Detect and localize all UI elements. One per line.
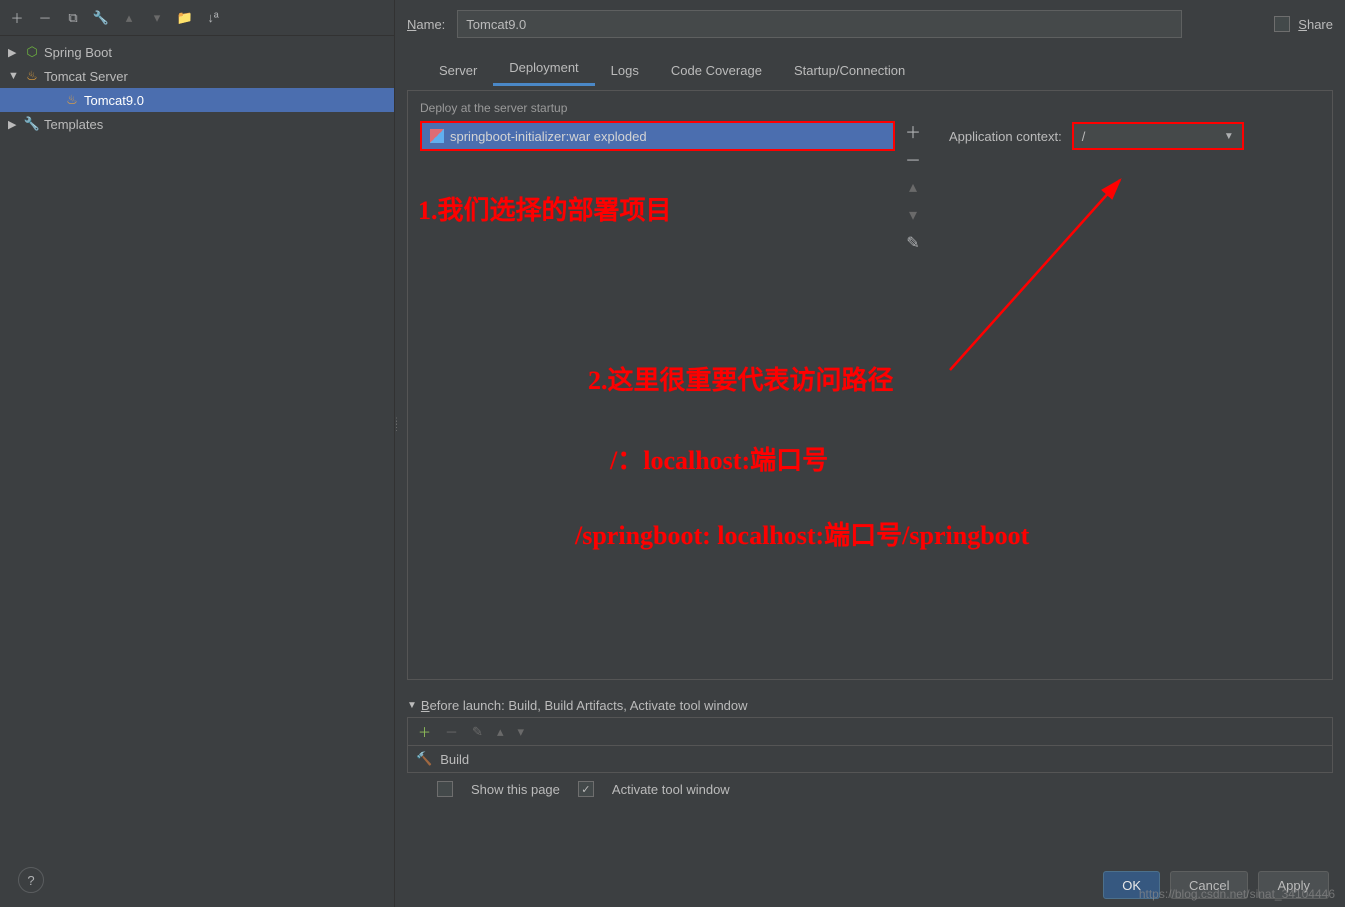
before-launch-build-label: Build (440, 752, 469, 767)
remove-icon[interactable]: － (36, 9, 54, 27)
sidebar-toolbar: ＋ － ⧉ 🔧 ▴ ▾ 📁 ↓ª (0, 0, 394, 36)
tab-codecoverage[interactable]: Code Coverage (655, 55, 778, 86)
copy-icon[interactable]: ⧉ (64, 9, 82, 27)
apply-button[interactable]: Apply (1258, 871, 1329, 899)
name-row: Name: Share (407, 0, 1333, 48)
tree-label: Spring Boot (44, 45, 112, 60)
tab-startup[interactable]: Startup/Connection (778, 55, 921, 86)
springboot-icon: ⬡ (24, 44, 40, 60)
cancel-button[interactable]: Cancel (1170, 871, 1248, 899)
splitter-handle[interactable]: ⋮⋮⋮ (392, 420, 398, 444)
tab-logs[interactable]: Logs (595, 55, 655, 86)
tree-item-springboot[interactable]: ▶ ⬡ Spring Boot (0, 40, 394, 64)
chevron-right-icon: ▶ (8, 118, 20, 131)
share-label: Share (1298, 17, 1333, 32)
before-launch-list[interactable]: 🔨 Build (407, 745, 1333, 773)
deployment-panel: Deploy at the server startup springboot-… (407, 90, 1333, 680)
add-icon[interactable]: ＋ (8, 9, 26, 27)
name-label: Name: (407, 17, 445, 32)
activate-tool-label: Activate tool window (612, 782, 730, 797)
name-input[interactable] (457, 10, 1182, 38)
down-icon[interactable]: ▾ (903, 205, 923, 225)
main-panel: Name: Share Server Deployment Logs Code … (395, 0, 1345, 907)
tree-item-tomcat[interactable]: ▼ ♨ Tomcat Server (0, 64, 394, 88)
up-icon[interactable]: ▴ (120, 9, 138, 27)
dialog-footer: OK Cancel Apply (1103, 871, 1329, 899)
edit-icon[interactable]: ✎ (472, 724, 483, 740)
down-icon[interactable]: ▾ (148, 9, 166, 27)
application-context-row: Application context: / ▼ (949, 121, 1244, 151)
artifact-icon (430, 129, 444, 143)
remove-icon[interactable]: － (903, 149, 923, 169)
application-context-label: Application context: (949, 129, 1062, 144)
up-icon[interactable]: ▴ (903, 177, 923, 197)
add-icon[interactable]: ＋ (418, 722, 431, 741)
chevron-down-icon: ▼ (407, 700, 417, 711)
config-tree: ▶ ⬡ Spring Boot ▼ ♨ Tomcat Server ♨ Tomc… (0, 36, 394, 907)
deploy-button-column: ＋ － ▴ ▾ ✎ (903, 121, 923, 669)
share-wrap: Share (1274, 16, 1333, 32)
tree-item-tomcat9[interactable]: ♨ Tomcat9.0 (0, 88, 394, 112)
share-checkbox[interactable] (1274, 16, 1290, 32)
tabs: Server Deployment Logs Code Coverage Sta… (407, 52, 1333, 86)
wrench-icon: 🔧 (24, 116, 40, 132)
tree-label: Templates (44, 117, 103, 132)
remove-icon[interactable]: － (445, 722, 458, 741)
application-context-value: / (1082, 129, 1086, 144)
show-page-label: Show this page (471, 782, 560, 797)
tomcat-icon: ♨ (64, 92, 80, 108)
bottom-checks: Show this page Activate tool window (407, 773, 1333, 805)
sidebar: ＋ － ⧉ 🔧 ▴ ▾ 📁 ↓ª ▶ ⬡ Spring Boot ▼ ♨ Tom… (0, 0, 395, 907)
add-icon[interactable]: ＋ (903, 121, 923, 141)
hammer-icon: 🔨 (416, 751, 432, 767)
tomcat-icon: ♨ (24, 68, 40, 84)
tab-server[interactable]: Server (423, 55, 493, 86)
chevron-down-icon: ▼ (1224, 131, 1234, 142)
folder-icon[interactable]: 📁 (176, 9, 194, 27)
before-launch-toolbar: ＋ － ✎ ▴ ▾ (407, 717, 1333, 745)
application-context-select[interactable]: / ▼ (1072, 122, 1244, 150)
help-button[interactable]: ? (18, 867, 44, 893)
deploy-item-label: springboot-initializer:war exploded (450, 129, 647, 144)
deploy-item[interactable]: springboot-initializer:war exploded (422, 123, 893, 149)
chevron-right-icon: ▶ (8, 46, 20, 59)
tree-item-templates[interactable]: ▶ 🔧 Templates (0, 112, 394, 136)
ok-button[interactable]: OK (1103, 871, 1160, 899)
sort-icon[interactable]: ↓ª (204, 9, 222, 27)
deploy-list[interactable]: springboot-initializer:war exploded (420, 121, 895, 151)
activate-tool-checkbox[interactable] (578, 781, 594, 797)
deploy-section-label: Deploy at the server startup (420, 101, 1320, 115)
show-page-checkbox[interactable] (437, 781, 453, 797)
wrench-icon[interactable]: 🔧 (92, 9, 110, 27)
tree-label: Tomcat Server (44, 69, 128, 84)
edit-icon[interactable]: ✎ (903, 233, 923, 253)
chevron-down-icon: ▼ (8, 70, 20, 82)
down-icon[interactable]: ▾ (517, 724, 524, 740)
tree-label: Tomcat9.0 (84, 93, 144, 108)
up-icon[interactable]: ▴ (497, 724, 504, 740)
before-launch-label[interactable]: ▼ Before launch: Build, Build Artifacts,… (407, 698, 1333, 713)
tab-deployment[interactable]: Deployment (493, 52, 594, 86)
